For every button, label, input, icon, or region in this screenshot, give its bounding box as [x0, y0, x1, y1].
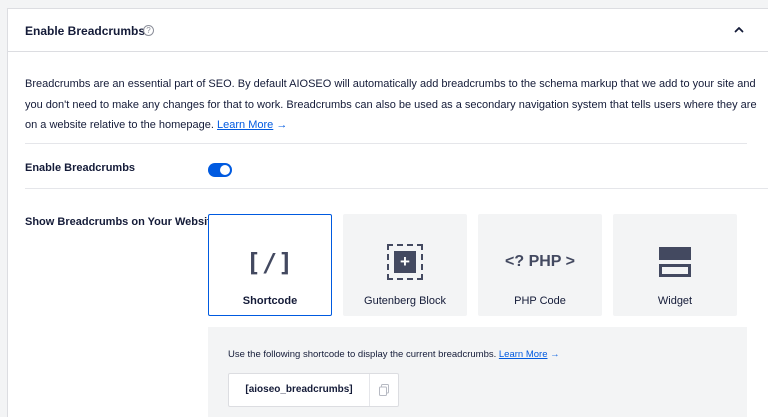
shortcode-panel: Use the following shortcode to display t… [208, 327, 747, 417]
shortcode-icon: [/] [245, 247, 295, 277]
toggle-knob [220, 165, 230, 175]
card-header[interactable]: Enable Breadcrumbs ? [8, 9, 768, 52]
gutenberg-block-icon: + [344, 243, 466, 281]
copy-icon[interactable] [377, 383, 391, 397]
widget-icon [614, 243, 736, 281]
breadcrumbs-description: Breadcrumbs are an essential part of SEO… [25, 74, 760, 136]
option-gutenberg-block[interactable]: + Gutenberg Block [343, 214, 467, 316]
arrow-right-icon: → [550, 349, 560, 360]
enable-breadcrumbs-label: Enable Breadcrumbs [25, 162, 136, 174]
option-label: Shortcode [242, 295, 298, 307]
divider [369, 374, 370, 406]
arrow-right-icon: → [276, 119, 288, 131]
option-label: PHP Code [514, 295, 566, 307]
shortcode-instructions: Use the following shortcode to display t… [228, 349, 560, 360]
learn-more-link[interactable]: Learn More [217, 119, 273, 131]
question-circle-icon[interactable]: ? [143, 25, 154, 36]
divider [25, 143, 747, 144]
breadcrumbs-settings-card: Enable Breadcrumbs ? Breadcrumbs are an … [7, 8, 768, 417]
description-text: Breadcrumbs are an essential part of SEO… [25, 78, 757, 131]
chevron-up-icon[interactable] [732, 23, 746, 37]
option-widget[interactable]: Widget [613, 214, 737, 316]
learn-more-link[interactable]: Learn More [499, 349, 548, 360]
enable-breadcrumbs-toggle[interactable] [208, 163, 232, 177]
shortcode-field[interactable]: [aioseo_breadcrumbs] [228, 373, 399, 407]
option-shortcode[interactable]: [/] Shortcode [208, 214, 332, 316]
card-title: Enable Breadcrumbs [25, 24, 146, 38]
option-label: Gutenberg Block [364, 295, 446, 307]
php-code-icon: <? PHP > [505, 253, 575, 270]
option-label: Widget [657, 295, 693, 307]
show-breadcrumbs-label: Show Breadcrumbs on Your Website [25, 216, 217, 228]
option-php-code[interactable]: <? PHP > PHP Code [478, 214, 602, 316]
shortcode-value[interactable]: [aioseo_breadcrumbs] [229, 374, 369, 406]
divider [25, 188, 768, 189]
